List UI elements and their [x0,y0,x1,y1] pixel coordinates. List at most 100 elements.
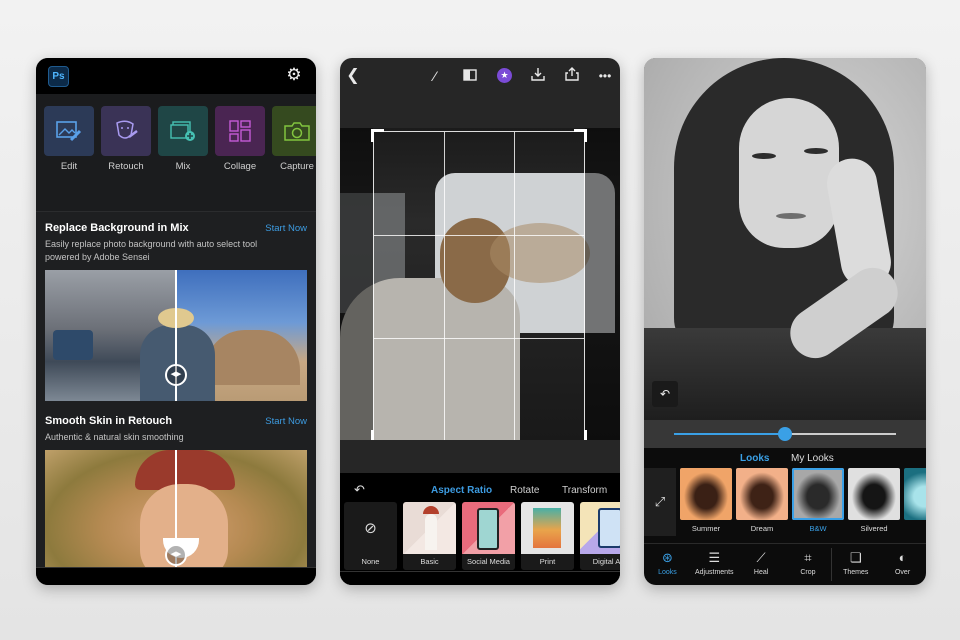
nav-label: Themes [843,569,869,576]
look-thumbnail [680,468,732,520]
nav-looks[interactable]: ⊛ Looks [644,544,691,585]
ratio-label: Digital A [580,554,620,570]
intensity-slider[interactable] [674,427,896,441]
ratio-label: Social Media [462,554,515,570]
ratio-basic[interactable]: Basic [403,502,456,570]
print-thumbnail [521,502,574,554]
crop-canvas[interactable] [340,128,620,440]
nav-overlay[interactable]: ◐ Over [879,544,926,585]
look-thumbnail [848,468,900,520]
look-label: B&W [809,524,827,533]
overlay-icon: ◐ [898,550,907,565]
magic-wand-icon[interactable]: ⁄ [426,67,444,85]
digital-ad-thumbnail [580,502,620,554]
look-summer[interactable]: Summer [680,468,732,536]
promo-replace-background: Replace Background in Mix Start Now Easi… [36,212,316,401]
look-thumbnail [904,468,926,520]
share-icon[interactable] [563,67,581,85]
nav-heal[interactable]: ⟋ Heal [738,544,785,585]
edited-photo[interactable] [644,58,926,420]
ratio-none[interactable]: ⊘ None [344,502,397,570]
editor-toolbar: ❮ ⁄ ★ ••• [340,58,620,94]
start-now-link[interactable]: Start Now [265,223,307,234]
split-handle[interactable]: ◀▶ [165,544,187,566]
look-label: Dream [750,524,774,533]
more-icon[interactable]: ••• [596,67,614,85]
basic-thumbnail [403,502,456,554]
intensity-slider-band [644,420,926,448]
back-icon[interactable]: ❮ [344,67,362,85]
start-now-link[interactable]: Start Now [265,416,307,427]
ratio-social-media[interactable]: Social Media [462,502,515,570]
tab-looks[interactable]: Looks [740,453,769,464]
camera-icon [272,106,316,156]
nav-label: Crop [800,569,816,576]
tool-mix[interactable]: Mix [158,106,208,211]
nav-crop[interactable]: ⌗ Crop [785,544,832,585]
crop-handle-top-left[interactable] [371,129,384,142]
crop-frame[interactable] [371,129,587,440]
look-thumbnail [792,468,844,520]
app-header: Ps ⚙ [36,58,316,94]
look-bw[interactable]: B&W [792,468,844,536]
split-handle[interactable]: ◀▶ [165,364,187,386]
slider-fill [674,433,785,435]
nav-label: Over [894,569,911,576]
tool-row: Edit Retouch Mix Collage Capture [36,94,316,212]
premium-star-icon[interactable]: ★ [497,68,512,83]
crop-handle-top-right[interactable] [574,129,587,142]
ps-logo: Ps [48,66,69,87]
ratio-label: Print [521,554,574,570]
image-edit-icon [44,106,94,156]
sliders-icon: ☰ [708,550,721,565]
tab-transform[interactable]: Transform [562,485,607,496]
nav-label: Adjustments [695,569,734,576]
nav-themes[interactable]: ❏ Themes [832,544,879,585]
promo-smooth-skin: Smooth Skin in Retouch Start Now Authent… [36,401,316,580]
nav-adjustments[interactable]: ☰ Adjustments [691,544,738,585]
phone-home-screen: Ps ⚙ Edit Retouch Mix Collage Capture Re… [36,58,316,585]
image-add-icon [158,106,208,156]
gear-icon[interactable]: ⚙ [284,65,304,85]
tab-rotate[interactable]: Rotate [510,485,539,496]
looks-icon: ⊛ [661,550,673,565]
collage-grid-icon [215,106,265,156]
look-label: Silvered [860,524,888,533]
download-icon[interactable] [529,67,547,85]
slider-knob[interactable] [778,427,792,441]
before-after-image[interactable]: ◀▶ [45,450,307,580]
social-media-thumbnail [462,502,515,554]
crop-handle-bottom-right[interactable] [574,430,587,440]
compare-icon[interactable] [461,67,479,85]
home-indicator-bar [36,567,316,585]
bottom-nav: ⊛ Looks ☰ Adjustments ⟋ Heal ⌗ Crop ❏ Th… [644,543,926,585]
crop-tabs: ↶ Aspect Ratio Rotate Transform [340,478,620,502]
home-indicator-bar [340,571,620,585]
no-ratio-icon: ⊘ [364,520,377,537]
tool-capture[interactable]: Capture [272,106,316,211]
look-label: In [904,524,926,533]
phone-crop-screen: ❮ ⁄ ★ ••• ↶ Aspect Ratio Rotate Transfor… [340,58,620,585]
ratio-print[interactable]: Print [521,502,574,570]
look-dream[interactable]: Dream [736,468,788,536]
phone-looks-screen: ↶ Looks My Looks ⤢ Summer Dream B&W Silv… [644,58,926,585]
undo-icon[interactable]: ↶ [354,482,365,498]
tool-label: Collage [223,161,257,172]
tab-my-looks[interactable]: My Looks [791,453,834,464]
undo-icon[interactable]: ↶ [652,381,678,407]
grid-line [514,132,515,440]
ratio-label: Basic [403,554,456,570]
before-after-image[interactable]: ◀▶ [45,270,307,401]
expand-icon[interactable]: ⤢ [644,468,676,536]
looks-list: ⤢ Summer Dream B&W Silvered In [644,468,926,536]
tab-aspect-ratio[interactable]: Aspect Ratio [431,485,492,496]
themes-icon: ❏ [849,550,862,565]
looks-tabs: Looks My Looks [644,450,926,470]
look-silvered[interactable]: Silvered [848,468,900,536]
crop-handle-bottom-left[interactable] [371,430,384,440]
look-partial[interactable]: In [904,468,926,536]
tool-retouch[interactable]: Retouch [101,106,151,211]
ratio-digital-ad[interactable]: Digital A [580,502,620,570]
tool-edit[interactable]: Edit [44,106,94,211]
tool-collage[interactable]: Collage [215,106,265,211]
